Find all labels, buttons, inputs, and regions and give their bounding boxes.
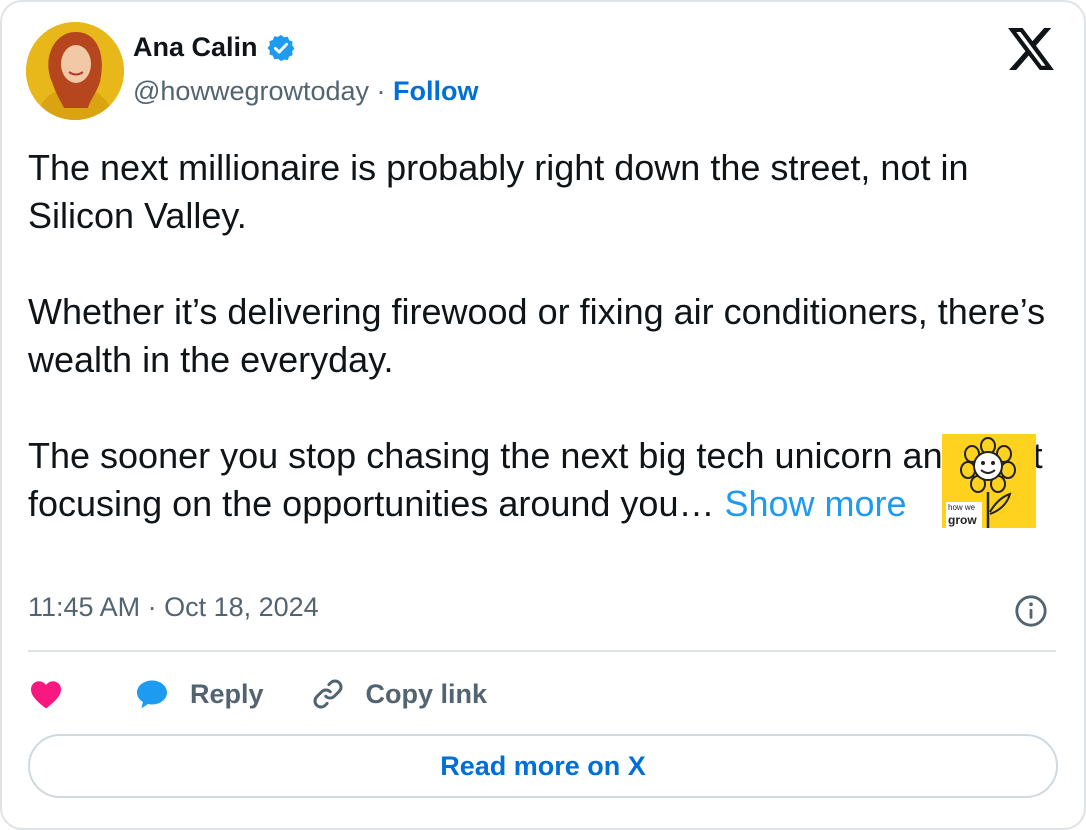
reply-button[interactable]: Reply: [134, 676, 264, 712]
link-icon: [313, 679, 342, 709]
follow-button[interactable]: Follow: [393, 76, 478, 106]
howwegrow-sticker: how we grow: [942, 434, 1036, 528]
read-more-button[interactable]: Read more on X: [28, 734, 1058, 798]
sticker-text-line2: grow: [948, 513, 977, 527]
handle-separator: ·: [369, 76, 394, 106]
embedded-tweet-card: Ana Calin @howwegrowtoday · Follow The n…: [0, 0, 1086, 830]
tweet-paragraph: Whether it’s delivering firewood or fixi…: [28, 291, 1046, 380]
sticker-text-line1: how we: [948, 503, 976, 512]
verified-badge-icon: [267, 34, 295, 61]
copy-link-button[interactable]: Copy link: [310, 676, 488, 712]
tweet-paragraph: The sooner you stop chasing the next big…: [28, 432, 1068, 528]
show-more-link[interactable]: Show more: [724, 483, 906, 524]
x-logo-icon[interactable]: [1008, 28, 1054, 70]
author-handle-row: @howwegrowtoday · Follow: [133, 76, 479, 107]
like-button[interactable]: [28, 676, 64, 712]
reply-label: Reply: [190, 678, 264, 709]
avatar-photo: [26, 22, 124, 120]
tweet-actions: Reply Copy link: [28, 668, 487, 720]
speech-bubble-icon: [137, 680, 167, 709]
author-name[interactable]: Ana Calin: [133, 32, 258, 63]
tweet-paragraph: The next millionaire is probably right d…: [28, 147, 969, 236]
author-handle[interactable]: @howwegrowtoday: [133, 76, 369, 106]
copy-link-label: Copy link: [365, 678, 488, 709]
flower-icon: how we grow: [942, 434, 1036, 528]
avatar[interactable]: [26, 22, 124, 120]
tweet-text: The next millionaire is probably right d…: [28, 144, 1068, 528]
divider: [28, 650, 1056, 652]
info-icon[interactable]: [1014, 594, 1048, 628]
author-name-row: Ana Calin: [133, 32, 296, 63]
tweet-timestamp[interactable]: 11:45 AM · Oct 18, 2024: [28, 592, 319, 623]
heart-icon: [31, 681, 61, 709]
